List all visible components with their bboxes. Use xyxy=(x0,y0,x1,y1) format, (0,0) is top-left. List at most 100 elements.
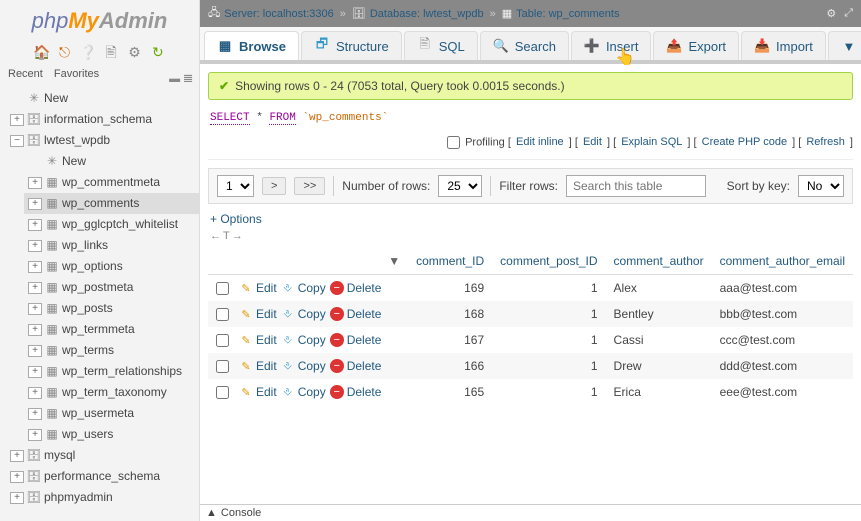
expand-icon[interactable]: + xyxy=(10,471,24,483)
filter-input[interactable] xyxy=(566,175,706,197)
copy-button[interactable]: ⎀Copy xyxy=(281,307,326,321)
cell-comment_author_email[interactable]: aaa@test.com xyxy=(712,275,853,302)
expand-icon[interactable]: + xyxy=(28,198,42,210)
tree-table-wp_commentmeta[interactable]: +▦wp_commentmeta xyxy=(24,172,199,193)
delete-button[interactable]: −Delete xyxy=(330,333,382,347)
edit-button[interactable]: ✎Edit xyxy=(239,385,277,399)
tree-table-wp_term_taxonomy[interactable]: +▦wp_term_taxonomy xyxy=(24,382,199,403)
sql-icon[interactable]: 🖹 xyxy=(103,42,119,58)
cell-comment_ID[interactable]: 165 xyxy=(408,379,492,405)
logo[interactable]: phpMyAdmin xyxy=(0,0,199,38)
edit-inline-link[interactable]: Edit inline xyxy=(516,136,564,148)
tab-import[interactable]: 📥Import xyxy=(741,31,826,60)
copy-button[interactable]: ⎀Copy xyxy=(281,359,326,373)
expand-icon[interactable]: + xyxy=(28,177,42,189)
num-rows-select[interactable]: 25 xyxy=(438,175,482,197)
cell-comment_author_email[interactable]: ddd@test.com xyxy=(712,353,853,379)
tree-table-wp_options[interactable]: +▦wp_options xyxy=(24,256,199,277)
edit-link[interactable]: Edit xyxy=(583,136,602,148)
column-comment_author_email[interactable]: comment_author_email xyxy=(712,248,853,275)
row-checkbox[interactable] xyxy=(216,282,229,295)
home-icon[interactable]: 🏠 xyxy=(33,44,49,60)
cell-comment_author_email[interactable]: bbb@test.com xyxy=(712,301,853,327)
tree-table-wp_comments[interactable]: +▦wp_comments xyxy=(24,193,199,214)
docs-icon[interactable]: ❔ xyxy=(80,44,96,60)
expand-icon[interactable]: + xyxy=(28,219,42,231)
cell-comment_post_ID[interactable]: 1 xyxy=(492,353,605,379)
cell-comment_author[interactable]: Erica xyxy=(606,379,712,405)
cell-comment_author[interactable]: Cassi xyxy=(606,327,712,353)
tree-table-wp_posts[interactable]: +▦wp_posts xyxy=(24,298,199,319)
row-checkbox[interactable] xyxy=(216,360,229,373)
tab-more[interactable]: ▼More xyxy=(828,31,861,60)
expand-icon[interactable]: + xyxy=(28,240,42,252)
tree-table-wp_links[interactable]: +▦wp_links xyxy=(24,235,199,256)
cell-comment_author_email[interactable]: eee@test.com xyxy=(712,379,853,405)
cell-comment_author[interactable]: Bentley xyxy=(606,301,712,327)
tab-export[interactable]: 📤Export xyxy=(653,31,739,60)
row-checkbox[interactable] xyxy=(216,334,229,347)
refresh-link[interactable]: Refresh xyxy=(806,136,845,148)
cell-comment_author[interactable]: Alex xyxy=(606,275,712,302)
copy-button[interactable]: ⎀Copy xyxy=(281,281,326,295)
gear-icon[interactable]: ⚙ xyxy=(826,7,836,20)
tab-search[interactable]: 🔍Search xyxy=(480,31,569,60)
bc-database[interactable]: Database: lwtest_wpdb xyxy=(370,8,484,20)
expand-icon[interactable]: + xyxy=(10,492,24,504)
bc-table[interactable]: Table: wp_comments xyxy=(516,8,619,20)
sort-hint[interactable]: ←T→ xyxy=(210,230,851,242)
settings-icon[interactable]: ⚙ xyxy=(127,44,143,60)
recent-tab[interactable]: Recent xyxy=(8,68,43,80)
cell-comment_ID[interactable]: 168 xyxy=(408,301,492,327)
expand-icon[interactable]: + xyxy=(28,324,42,336)
cell-comment_ID[interactable]: 167 xyxy=(408,327,492,353)
copy-button[interactable]: ⎀Copy xyxy=(281,385,326,399)
edit-button[interactable]: ✎Edit xyxy=(239,359,277,373)
cell-comment_post_ID[interactable]: 1 xyxy=(492,327,605,353)
cell-comment_ID[interactable]: 166 xyxy=(408,353,492,379)
collapse-control[interactable]: ▬ 𝌆 xyxy=(169,72,193,85)
tree-table-wp_termmeta[interactable]: +▦wp_termmeta xyxy=(24,319,199,340)
sort-key-select[interactable]: No xyxy=(798,175,844,197)
cell-comment_ID[interactable]: 169 xyxy=(408,275,492,302)
edit-button[interactable]: ✎Edit xyxy=(239,281,277,295)
delete-button[interactable]: −Delete xyxy=(330,359,382,373)
tab-insert[interactable]: ➕Insert xyxy=(571,31,652,60)
edit-button[interactable]: ✎Edit xyxy=(239,333,277,347)
tree-table-wp_postmeta[interactable]: +▦wp_postmeta xyxy=(24,277,199,298)
delete-button[interactable]: −Delete xyxy=(330,385,382,399)
expand-icon[interactable]: + xyxy=(28,408,42,420)
column-comment_ID[interactable]: comment_ID xyxy=(408,248,492,275)
tree-new[interactable]: ✳ New xyxy=(6,88,199,109)
exit-icon[interactable]: ⤢ xyxy=(844,7,853,20)
delete-button[interactable]: −Delete xyxy=(330,307,382,321)
console-bar[interactable]: ▲Console xyxy=(200,504,861,521)
expand-icon[interactable]: + xyxy=(28,429,42,441)
tab-browse[interactable]: ▦Browse xyxy=(204,31,299,60)
delete-button[interactable]: −Delete xyxy=(330,281,382,295)
profiling-checkbox[interactable] xyxy=(447,136,460,149)
options-link[interactable]: + Options xyxy=(210,212,851,226)
expand-icon[interactable]: + xyxy=(10,114,24,126)
tree-db-information_schema[interactable]: +🗄information_schema xyxy=(6,109,199,130)
reload-icon[interactable]: ↻ xyxy=(150,44,166,60)
expand-icon[interactable]: + xyxy=(10,450,24,462)
row-checkbox[interactable] xyxy=(216,386,229,399)
favorites-tab[interactable]: Favorites xyxy=(54,68,99,80)
expand-icon[interactable]: + xyxy=(28,366,42,378)
tree-table-wp_usermeta[interactable]: +▦wp_usermeta xyxy=(24,403,199,424)
tree-table-wp_gglcptch_whitelist[interactable]: +▦wp_gglcptch_whitelist xyxy=(24,214,199,235)
tree-db-lwtest_wpdb[interactable]: −🗄lwtest_wpdb xyxy=(6,130,199,151)
cell-comment_post_ID[interactable]: 1 xyxy=(492,275,605,302)
expand-icon[interactable]: + xyxy=(28,261,42,273)
expand-icon[interactable]: + xyxy=(28,387,42,399)
tab-structure[interactable]: 🗗Structure xyxy=(301,31,402,60)
edit-button[interactable]: ✎Edit xyxy=(239,307,277,321)
row-checkbox[interactable] xyxy=(216,308,229,321)
last-page-button[interactable]: >> xyxy=(294,177,325,195)
column-comment_author[interactable]: comment_author xyxy=(606,248,712,275)
column-comment_post_ID[interactable]: comment_post_ID xyxy=(492,248,605,275)
tree-table-wp_term_relationships[interactable]: +▦wp_term_relationships xyxy=(24,361,199,382)
expand-icon[interactable]: + xyxy=(28,303,42,315)
collapse-icon[interactable]: − xyxy=(10,135,24,147)
